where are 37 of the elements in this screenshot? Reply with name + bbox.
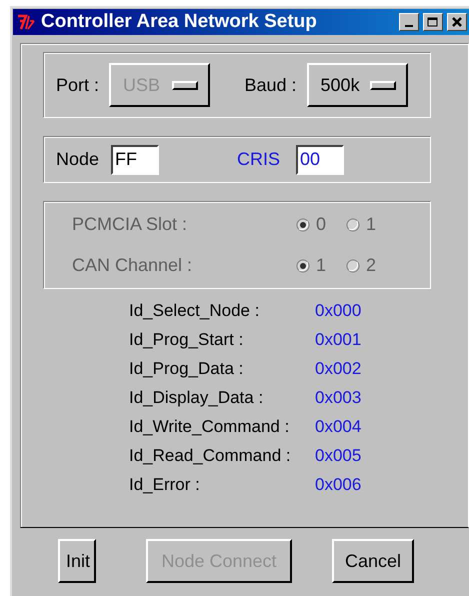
maximize-icon — [427, 16, 439, 28]
cris-field[interactable]: 00 — [296, 144, 344, 174]
app-logo-icon — [17, 13, 37, 31]
close-button[interactable] — [447, 13, 467, 31]
id-name: Id_Display_Data : — [129, 388, 264, 408]
id-name: Id_Error : — [129, 475, 201, 495]
maximize-button[interactable] — [423, 13, 443, 31]
minimize-icon — [405, 25, 413, 27]
dialog-button[interactable]: Cancel — [332, 539, 414, 583]
radio-label: 0 — [316, 214, 326, 235]
option-label: CAN Channel : — [72, 255, 194, 276]
id-value: 0x001 — [315, 330, 362, 350]
field-label: Port : — [56, 74, 100, 96]
id-value: 0x000 — [315, 301, 362, 321]
option-menu[interactable]: 500k — [306, 63, 408, 107]
cris-label: CRIS — [237, 149, 280, 170]
id-name: Id_Prog_Start : — [129, 330, 244, 350]
window-title: Controller Area Network Setup — [41, 11, 318, 33]
id-name: Id_Select_Node : — [129, 301, 260, 321]
node-label: Node — [56, 149, 100, 170]
dialog-button[interactable]: Init — [58, 539, 96, 583]
minimize-button[interactable] — [399, 13, 419, 31]
close-icon — [452, 17, 462, 27]
radio-label: 1 — [366, 214, 376, 235]
id-value: 0x002 — [315, 359, 362, 379]
id-name: Id_Prog_Data : — [129, 359, 244, 379]
node-field[interactable]: FF — [111, 144, 160, 174]
id-value: 0x003 — [315, 388, 362, 408]
radio-label: 1 — [316, 255, 326, 276]
field-label: Baud : — [244, 74, 297, 96]
option-label: PCMCIA Slot : — [72, 214, 188, 235]
id-name: Id_Write_Command : — [129, 417, 290, 437]
id-value: 0x005 — [315, 446, 362, 466]
id-value: 0x006 — [315, 475, 362, 495]
id-value: 0x004 — [315, 417, 362, 437]
radio-label: 2 — [366, 255, 376, 276]
id-name: Id_Read_Command : — [129, 446, 292, 466]
